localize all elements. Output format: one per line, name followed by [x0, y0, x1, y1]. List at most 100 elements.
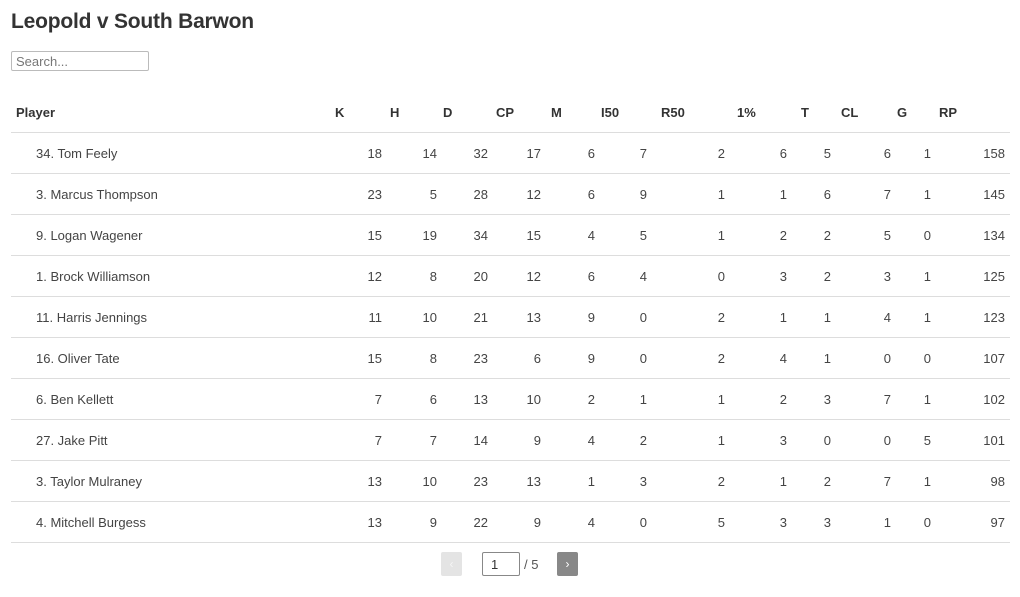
stat-h: 8 — [390, 255, 443, 297]
stat-i50: 0 — [601, 296, 661, 338]
stat-r50: 2 — [661, 337, 737, 379]
page-number-input[interactable] — [482, 552, 520, 576]
stat-h: 8 — [390, 337, 443, 379]
stat-k: 13 — [335, 460, 390, 502]
table-row: 4. Mitchell Burgess 13 9 22 9 4 0 5 3 3 1 0 97 — [11, 501, 1010, 543]
page-title: Leopold v South Barwon — [11, 10, 254, 33]
stat-k: 18 — [335, 132, 390, 174]
stat-cl: 4 — [841, 296, 897, 338]
stat-d: 28 — [443, 173, 496, 215]
player-name: 1. Brock Williamson — [11, 255, 335, 297]
stat-cl: 5 — [841, 214, 897, 256]
column-header-g[interactable]: G — [897, 92, 939, 133]
stat-r50: 1 — [661, 378, 737, 420]
stat-cp: 12 — [496, 173, 551, 215]
player-name: 6. Ben Kellett — [11, 378, 335, 420]
column-header-h[interactable]: H — [390, 92, 443, 133]
stat-k: 12 — [335, 255, 390, 297]
stat-k: 7 — [335, 378, 390, 420]
stat-m: 9 — [551, 296, 601, 338]
column-header-i50[interactable]: I50 — [601, 92, 661, 133]
player-name: 16. Oliver Tate — [11, 337, 335, 379]
stat-m: 2 — [551, 378, 601, 420]
stat-cp: 15 — [496, 214, 551, 256]
column-header-rp[interactable]: RP — [939, 92, 1010, 133]
stat-cl: 7 — [841, 173, 897, 215]
column-header-player[interactable]: Player — [11, 92, 335, 133]
stat-rp: 134 — [939, 214, 1010, 256]
stat-i50: 0 — [601, 501, 661, 543]
column-header-m[interactable]: M — [551, 92, 601, 133]
stat-g: 1 — [897, 378, 939, 420]
stat-m: 6 — [551, 173, 601, 215]
stat-d: 21 — [443, 296, 496, 338]
stat-h: 5 — [390, 173, 443, 215]
stat-h: 14 — [390, 132, 443, 174]
table-row: 34. Tom Feely 18 14 32 17 6 7 2 6 5 6 1 158 — [11, 132, 1010, 174]
stat-d: 13 — [443, 378, 496, 420]
stat-r50: 1 — [661, 173, 737, 215]
stat-cl: 7 — [841, 378, 897, 420]
stat-g: 0 — [897, 214, 939, 256]
stat-t: 6 — [801, 173, 841, 215]
column-header-d[interactable]: D — [443, 92, 496, 133]
previous-page-button[interactable]: ‹ — [441, 552, 462, 576]
stat-h: 9 — [390, 501, 443, 543]
stat-t: 2 — [801, 214, 841, 256]
stat-t: 0 — [801, 419, 841, 461]
stat-1pct: 3 — [737, 255, 801, 297]
stat-d: 20 — [443, 255, 496, 297]
stat-r50: 5 — [661, 501, 737, 543]
stat-cp: 10 — [496, 378, 551, 420]
stat-i50: 3 — [601, 460, 661, 502]
stat-rp: 145 — [939, 173, 1010, 215]
stat-1pct: 1 — [737, 460, 801, 502]
stat-m: 4 — [551, 501, 601, 543]
stat-g: 1 — [897, 296, 939, 338]
stat-r50: 1 — [661, 214, 737, 256]
stat-cl: 7 — [841, 460, 897, 502]
stat-d: 22 — [443, 501, 496, 543]
stat-g: 0 — [897, 337, 939, 379]
stat-m: 6 — [551, 132, 601, 174]
column-header-t[interactable]: T — [801, 92, 841, 133]
stat-rp: 97 — [939, 501, 1010, 543]
player-stats-table: Player K H D CP M I50 R50 1% T CL G RP 34. Tom Feely… — [11, 92, 1010, 543]
stat-h: 7 — [390, 419, 443, 461]
stat-d: 23 — [443, 460, 496, 502]
stat-t: 3 — [801, 378, 841, 420]
stat-m: 4 — [551, 419, 601, 461]
stat-k: 15 — [335, 337, 390, 379]
table-row: 3. Marcus Thompson 23 5 28 12 6 9 1 1 6 7 1 145 — [11, 173, 1010, 215]
player-name: 9. Logan Wagener — [11, 214, 335, 256]
table-row: 3. Taylor Mulraney 13 10 23 13 1 3 2 1 2 7 1 98 — [11, 460, 1010, 502]
table-row: 11. Harris Jennings 11 10 21 13 9 0 2 1 1 4 1 123 — [11, 296, 1010, 338]
stat-k: 23 — [335, 173, 390, 215]
column-header-k[interactable]: K — [335, 92, 390, 133]
stat-rp: 107 — [939, 337, 1010, 379]
stat-cp: 13 — [496, 296, 551, 338]
stat-i50: 7 — [601, 132, 661, 174]
player-name: 27. Jake Pitt — [11, 419, 335, 461]
stat-d: 14 — [443, 419, 496, 461]
stat-g: 1 — [897, 132, 939, 174]
column-header-r50[interactable]: R50 — [661, 92, 737, 133]
stat-rp: 98 — [939, 460, 1010, 502]
stat-t: 1 — [801, 296, 841, 338]
column-header-cl[interactable]: CL — [841, 92, 897, 133]
stat-r50: 0 — [661, 255, 737, 297]
stat-r50: 2 — [661, 132, 737, 174]
next-page-button[interactable]: › — [557, 552, 578, 576]
stat-d: 23 — [443, 337, 496, 379]
stat-m: 1 — [551, 460, 601, 502]
stat-k: 11 — [335, 296, 390, 338]
search-input[interactable] — [11, 51, 149, 71]
table-row: 6. Ben Kellett 7 6 13 10 2 1 1 2 3 7 1 102 — [11, 378, 1010, 420]
stat-cp: 6 — [496, 337, 551, 379]
column-header-cp[interactable]: CP — [496, 92, 551, 133]
stat-i50: 5 — [601, 214, 661, 256]
stat-i50: 2 — [601, 419, 661, 461]
column-header-1pct[interactable]: 1% — [737, 92, 801, 133]
stat-rp: 123 — [939, 296, 1010, 338]
table-row: 1. Brock Williamson 12 8 20 12 6 4 0 3 2 3 1 125 — [11, 255, 1010, 297]
